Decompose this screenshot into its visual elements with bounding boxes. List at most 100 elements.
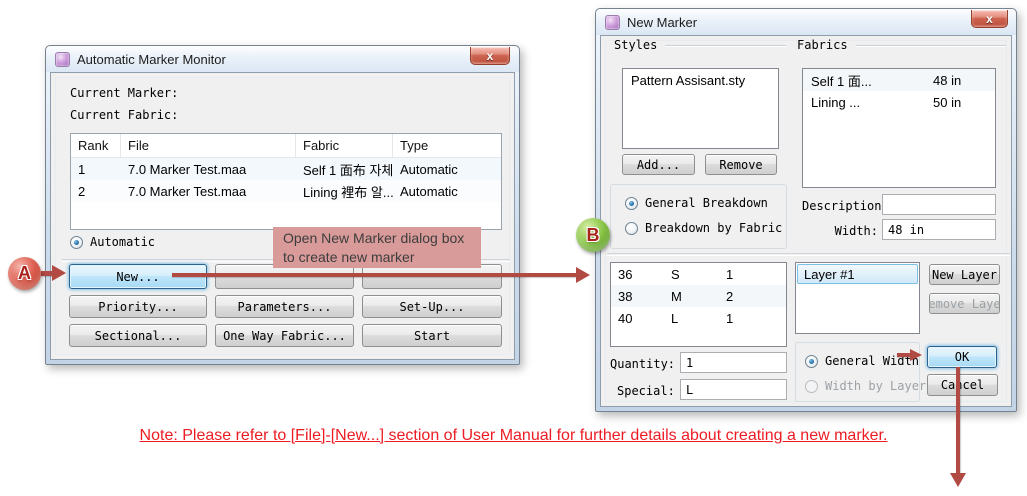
list-item[interactable]: Self 1 面... 48 in: [803, 69, 995, 91]
quantity-field[interactable]: 1: [680, 352, 787, 373]
size-row[interactable]: 40 L 1: [611, 307, 786, 329]
arrow-down-line: [956, 367, 960, 475]
current-marker-label: Current Marker:: [70, 86, 178, 100]
close-button[interactable]: x: [971, 10, 1008, 28]
breakdown-by-fabric-radio[interactable]: Breakdown by Fabric: [625, 221, 782, 235]
arrow-ok-head-icon: [910, 349, 922, 361]
new-marker-titlebar[interactable]: New Marker: [596, 9, 1016, 35]
step-badge-a: A: [8, 257, 41, 290]
priority-button[interactable]: Priority...: [69, 295, 207, 318]
special-field[interactable]: L: [680, 379, 787, 400]
new-marker-window-title: New Marker: [627, 15, 697, 30]
new-marker-window: New Marker x Styles Fabrics Pattern Assi…: [595, 8, 1017, 412]
automatic-radio[interactable]: Automatic: [70, 235, 155, 249]
cell-rank: 2: [71, 180, 121, 202]
size-list[interactable]: 36 S 1 38 M 2 40 L 1: [610, 262, 787, 347]
description-field[interactable]: [882, 194, 996, 215]
automatic-marker-monitor-window: Automatic Marker Monitor x Current Marke…: [45, 45, 520, 365]
start-button[interactable]: Start: [362, 324, 502, 347]
radio-icon: [805, 355, 818, 368]
callout-tooltip: Open New Marker dialog box to create new…: [273, 227, 481, 268]
monitor-body: Current Marker: Current Fabric: Rank Fil…: [50, 72, 515, 360]
width-mode-group: General Width Width by Layer: [795, 342, 920, 402]
breakdown-group: General Breakdown Breakdown by Fabric: [610, 184, 787, 249]
size-value: 40: [618, 311, 671, 326]
size-value: 36: [618, 267, 671, 282]
cell-rank: 1: [71, 158, 121, 180]
width-field[interactable]: 48 in: [882, 219, 996, 240]
width-by-layer-radio[interactable]: Width by Layer: [805, 379, 926, 393]
width-label: Width:: [802, 224, 878, 238]
list-item-selected[interactable]: Layer #1: [797, 264, 918, 284]
size-qty: 1: [726, 311, 733, 326]
arrow-new-to-dialog-line: [172, 273, 578, 277]
radio-icon: [625, 222, 638, 235]
parameters-button[interactable]: Parameters...: [215, 295, 354, 318]
separator: [607, 253, 1010, 255]
one-way-fabric-button[interactable]: One Way Fabric...: [215, 324, 354, 347]
radio-icon: [70, 236, 83, 249]
fabric-name: Self 1 面...: [811, 71, 933, 90]
fabric-name: Lining ...: [811, 95, 933, 110]
cell-fabric: Self 1 面布 자체: [296, 158, 393, 180]
sectional-button[interactable]: Sectional...: [69, 324, 207, 347]
close-icon: x: [487, 50, 494, 62]
current-fabric-label: Current Fabric:: [70, 108, 178, 122]
monitor-window-title: Automatic Marker Monitor: [77, 52, 226, 67]
remove-button[interactable]: Remove: [705, 154, 777, 175]
list-item[interactable]: Pattern Assisant.sty: [623, 69, 778, 91]
arrow-a-head-icon: [52, 265, 66, 281]
fabrics-group-label: Fabrics: [797, 38, 1006, 52]
col-header-fabric[interactable]: Fabric: [296, 134, 393, 158]
marker-table-header: Rank File Fabric Type: [71, 134, 501, 158]
cell-type: Automatic: [393, 158, 501, 180]
size-row[interactable]: 38 M 2: [611, 285, 786, 307]
col-header-type[interactable]: Type: [393, 134, 501, 158]
special-label: Special:: [617, 384, 675, 398]
general-breakdown-radio[interactable]: General Breakdown: [625, 196, 768, 210]
fabrics-list[interactable]: Self 1 面... 48 in Lining ... 50 in: [802, 68, 996, 188]
close-icon: x: [986, 13, 993, 25]
size-code: L: [671, 311, 726, 326]
arrow-new-to-dialog-head-icon: [576, 267, 590, 283]
styles-group-label: Styles: [614, 38, 786, 52]
cell-fabric: Lining 裡布 알...: [296, 180, 393, 202]
note-text: Note: Please refer to [File]-[New...] se…: [0, 427, 1027, 445]
arrow-down-head-icon: [950, 473, 966, 487]
marker-table[interactable]: Rank File Fabric Type 1 7.0 Marker Test.…: [70, 133, 502, 230]
col-header-rank[interactable]: Rank: [71, 134, 121, 158]
description-label: Description:: [802, 199, 878, 213]
remove-layer-button[interactable]: Remove Layer: [929, 293, 1000, 314]
cell-file: 7.0 Marker Test.maa: [121, 180, 296, 202]
col-header-file[interactable]: File: [121, 134, 296, 158]
size-code: M: [671, 289, 726, 304]
cell-type: Automatic: [393, 180, 501, 202]
step-badge-b: B: [576, 218, 610, 252]
add-button[interactable]: Add...: [622, 154, 695, 175]
size-qty: 1: [726, 267, 733, 282]
close-button[interactable]: x: [470, 47, 510, 65]
cell-file: 7.0 Marker Test.maa: [121, 158, 296, 180]
setup-button[interactable]: Set-Up...: [362, 295, 502, 318]
styles-list[interactable]: Pattern Assisant.sty: [622, 68, 779, 149]
size-value: 38: [618, 289, 671, 304]
size-row[interactable]: 36 S 1: [611, 263, 786, 285]
new-marker-body: Styles Fabrics Pattern Assisant.sty Add.…: [600, 35, 1012, 407]
table-row[interactable]: 2 7.0 Marker Test.maa Lining 裡布 알... Aut…: [71, 180, 501, 202]
layer-list[interactable]: Layer #1: [795, 262, 920, 334]
cancel-button[interactable]: Cancel: [927, 374, 998, 396]
app-icon: [55, 52, 70, 67]
quantity-label: Quantity:: [610, 357, 675, 371]
app-icon: [605, 15, 620, 30]
radio-icon: [805, 380, 818, 393]
size-code: S: [671, 267, 726, 282]
fabric-width: 48 in: [933, 73, 961, 88]
list-item[interactable]: Lining ... 50 in: [803, 91, 995, 113]
size-qty: 2: [726, 289, 733, 304]
fabric-width: 50 in: [933, 95, 961, 110]
table-row[interactable]: 1 7.0 Marker Test.maa Self 1 面布 자체 Autom…: [71, 158, 501, 180]
new-layer-button[interactable]: New Layer: [929, 264, 1000, 285]
monitor-titlebar[interactable]: Automatic Marker Monitor: [46, 46, 519, 72]
automatic-radio-label: Automatic: [90, 235, 155, 249]
ok-button[interactable]: OK: [927, 346, 997, 368]
